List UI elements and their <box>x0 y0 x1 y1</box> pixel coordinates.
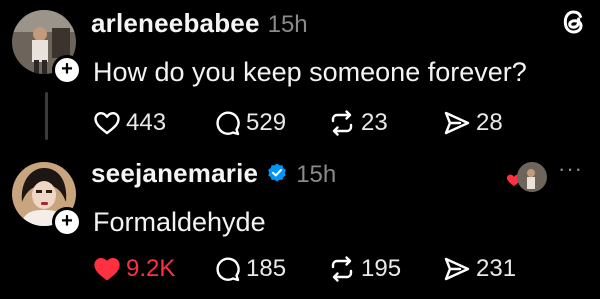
reply-count: 185 <box>246 255 287 282</box>
avatar-photo <box>517 162 547 192</box>
repost-count: 23 <box>361 109 388 136</box>
repost-count: 195 <box>361 255 402 282</box>
like-count: 443 <box>126 109 167 136</box>
username[interactable]: arleneebabee <box>91 8 260 39</box>
paper-plane-icon <box>444 257 470 281</box>
repost-arrows-icon <box>331 256 353 282</box>
post-header: arleneebabee 15h <box>91 8 308 39</box>
verified-check-icon <box>268 163 286 182</box>
speech-bubble-icon <box>216 257 240 282</box>
thread-connector-line <box>45 92 48 140</box>
repost-button[interactable]: 195 <box>327 254 442 284</box>
repost-button[interactable]: 23 <box>327 108 442 138</box>
post-text: Formaldehyde <box>93 207 266 237</box>
like-button[interactable]: 9.2K <box>92 254 212 284</box>
repost-arrows-icon <box>331 110 353 136</box>
share-button[interactable]: 28 <box>442 108 542 138</box>
post-text: How do you keep someone forever? <box>93 57 527 87</box>
paper-plane-icon <box>444 111 470 135</box>
timestamp: 15h <box>267 11 308 38</box>
share-count: 28 <box>476 109 503 136</box>
thread-reply-post: + seejanemarie 15h ··· Formaldehyde 9.2K <box>0 150 600 299</box>
post-actions: 9.2K 185 195 231 <box>92 254 542 284</box>
share-button[interactable]: 231 <box>442 254 542 284</box>
speech-bubble-icon <box>216 111 240 136</box>
threads-logo-icon[interactable] <box>556 4 592 40</box>
thread-post: + arleneebabee 15h How do you keep someo… <box>0 0 600 150</box>
heart-icon <box>94 112 120 135</box>
follow-plus-icon[interactable]: + <box>52 207 82 237</box>
reply-count: 529 <box>246 109 287 136</box>
post-header: seejanemarie 15h <box>91 158 336 189</box>
follow-plus-icon[interactable]: + <box>52 55 82 85</box>
username[interactable]: seejanemarie <box>91 158 258 189</box>
heart-icon <box>94 258 120 281</box>
reply-button[interactable]: 529 <box>212 108 327 138</box>
like-button[interactable]: 443 <box>92 108 212 138</box>
reply-button[interactable]: 185 <box>212 254 327 284</box>
more-options-icon[interactable]: ··· <box>558 156 583 182</box>
share-count: 231 <box>476 255 517 282</box>
liked-by-avatar[interactable] <box>517 162 547 192</box>
like-count: 9.2K <box>126 255 176 282</box>
post-actions: 443 529 23 28 <box>92 108 542 138</box>
timestamp: 15h <box>296 161 337 188</box>
